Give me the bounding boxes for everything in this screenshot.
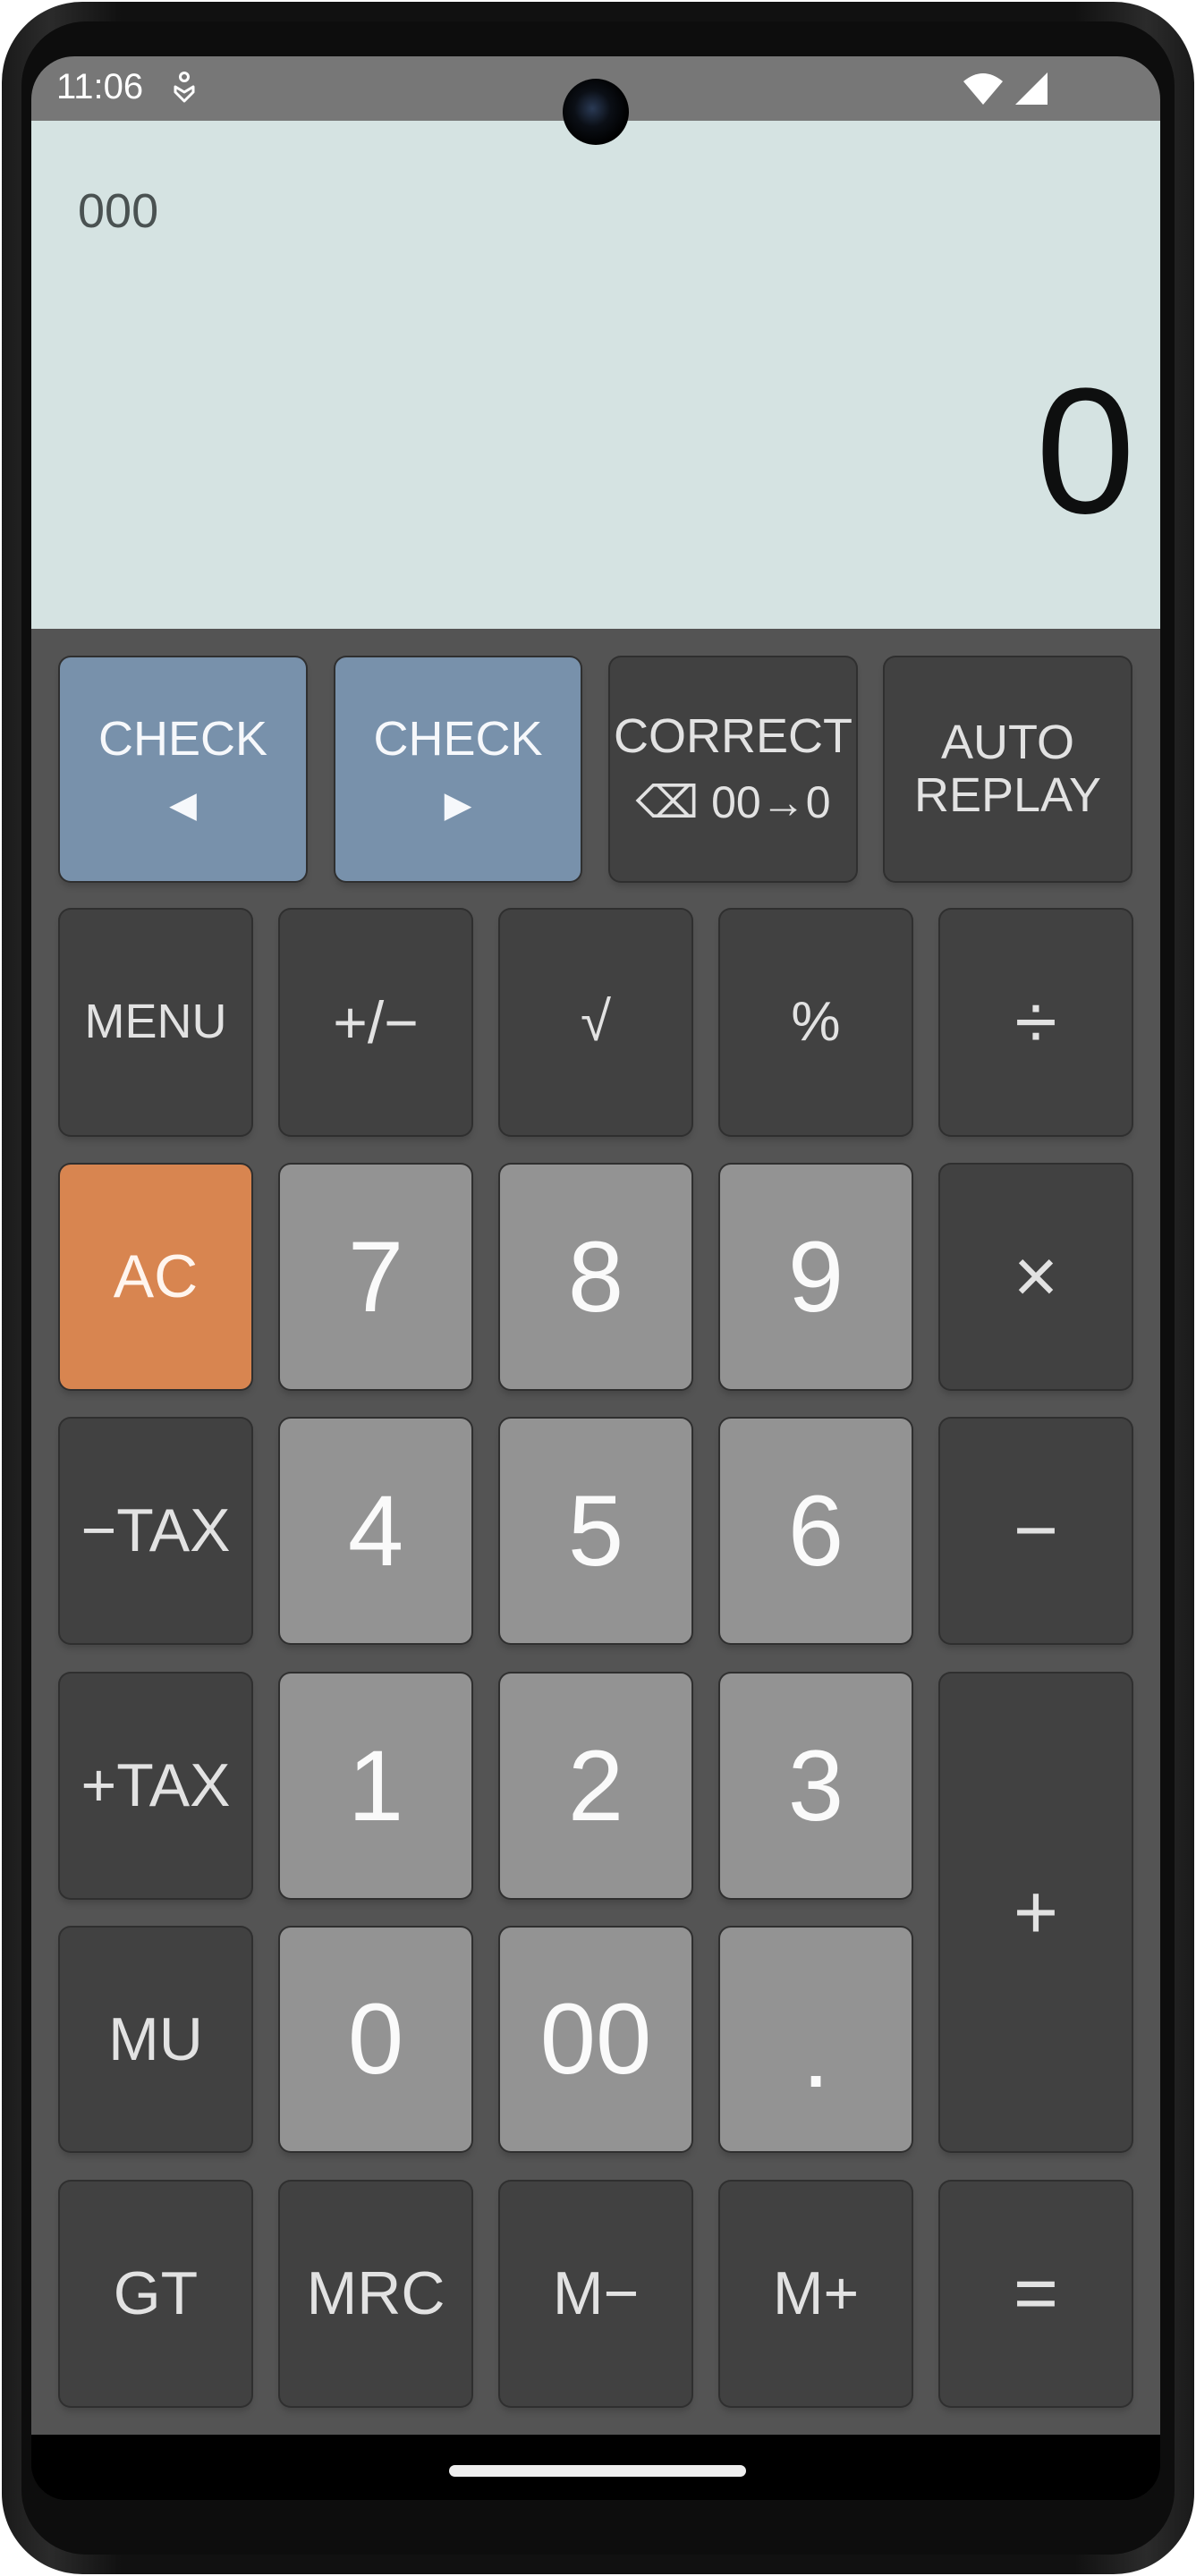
digit-0-button[interactable]: 0 <box>280 1928 471 2151</box>
digit-1-button[interactable]: 1 <box>280 1674 471 1898</box>
plus-minus-label: +/− <box>333 988 419 1055</box>
calculator-display: 000 0 <box>31 121 1160 629</box>
front-camera <box>563 79 629 145</box>
menu-label: MENU <box>84 995 227 1049</box>
digit-6-label: 6 <box>787 1474 844 1587</box>
divide-label: ÷ <box>1014 979 1057 1065</box>
sub-readout: 000 <box>78 184 159 238</box>
minus-tax-button[interactable]: −TAX <box>60 1419 251 1643</box>
auto-replay-label-top: AUTO <box>940 715 1075 769</box>
digit-9-label: 9 <box>787 1220 844 1333</box>
memory-recall-button[interactable]: MRC <box>280 2182 471 2406</box>
main-readout: 0 <box>1035 352 1135 551</box>
sqrt-label: √ <box>580 990 612 1053</box>
digit-9-button[interactable]: 9 <box>720 1165 912 1389</box>
minus-button[interactable]: − <box>940 1419 1132 1643</box>
accessibility-icon <box>174 72 195 103</box>
check-forward-label: CHECK <box>373 712 543 767</box>
multiply-button[interactable]: × <box>940 1165 1132 1389</box>
status-time: 11:06 <box>56 67 144 106</box>
wifi-icon <box>963 73 1003 105</box>
triangle-left-icon: ◀ <box>169 784 197 825</box>
double-zero-label: 00 <box>539 1983 652 2096</box>
minus-tax-label: −TAX <box>81 1496 231 1565</box>
digit-1-label: 1 <box>347 1729 404 1842</box>
plus-tax-button[interactable]: +TAX <box>60 1674 251 1898</box>
digit-6-button[interactable]: 6 <box>720 1419 912 1643</box>
plus-button[interactable]: + <box>940 1674 1132 2151</box>
digit-3-label: 3 <box>787 1729 844 1842</box>
markup-button[interactable]: MU <box>60 1928 251 2151</box>
percent-button[interactable]: % <box>720 910 912 1135</box>
memory-minus-button[interactable]: M− <box>500 2182 691 2406</box>
grand-total-label: GT <box>113 2259 199 2328</box>
equals-label: = <box>1013 2250 1059 2337</box>
digit-8-label: 8 <box>567 1220 624 1333</box>
digit-2-label: 2 <box>567 1729 624 1842</box>
decimal-label: . <box>802 1996 830 2109</box>
digit-7-label: 7 <box>347 1220 404 1333</box>
plus-minus-button[interactable]: +/− <box>280 910 471 1135</box>
digit-5-button[interactable]: 5 <box>500 1419 691 1643</box>
all-clear-button[interactable]: AC <box>60 1165 251 1389</box>
markup-label: MU <box>108 2004 203 2073</box>
plus-tax-label: +TAX <box>81 1751 231 1820</box>
digit-5-label: 5 <box>567 1474 624 1587</box>
digit-2-button[interactable]: 2 <box>500 1674 691 1898</box>
multiply-label: × <box>1013 1233 1059 1320</box>
home-gesture-handle[interactable] <box>449 2465 746 2477</box>
digit-3-button[interactable]: 3 <box>720 1674 912 1898</box>
digit-7-button[interactable]: 7 <box>280 1165 471 1389</box>
backspace-icon: ⌫ 00→0 <box>635 776 831 827</box>
digit-0-label: 0 <box>347 1983 404 2096</box>
triangle-right-icon: ▶ <box>444 784 472 825</box>
equals-button[interactable]: = <box>940 2182 1132 2406</box>
check-back-button[interactable]: CHECK ◀ <box>60 657 306 881</box>
correct-label: CORRECT <box>614 709 852 764</box>
check-forward-button[interactable]: CHECK ▶ <box>335 657 581 881</box>
divide-button[interactable]: ÷ <box>940 910 1132 1135</box>
auto-replay-label-bottom: REPLAY <box>913 768 1102 822</box>
memory-plus-label: M+ <box>772 2259 860 2328</box>
percent-label: % <box>791 990 841 1053</box>
memory-minus-label: M− <box>552 2259 640 2328</box>
digit-8-button[interactable]: 8 <box>500 1165 691 1389</box>
digit-4-button[interactable]: 4 <box>280 1419 471 1643</box>
screen: 11:06 000 0 CHECK ◀ CHECK ▶ CORRECT ⌫ 00… <box>31 56 1160 2500</box>
cell-signal-icon <box>1015 72 1048 105</box>
sqrt-button[interactable]: √ <box>500 910 691 1135</box>
auto-replay-button[interactable]: AUTO REPLAY <box>885 657 1131 881</box>
memory-recall-label: MRC <box>306 2259 445 2328</box>
decimal-button[interactable]: . <box>720 1928 912 2151</box>
menu-button[interactable]: MENU <box>60 910 251 1135</box>
plus-label: + <box>1013 1868 1059 1955</box>
correct-button[interactable]: CORRECT ⌫ 00→0 <box>610 657 856 881</box>
minus-label: − <box>1013 1487 1059 1574</box>
check-back-label: CHECK <box>98 712 268 767</box>
memory-plus-button[interactable]: M+ <box>720 2182 912 2406</box>
grand-total-button[interactable]: GT <box>60 2182 251 2406</box>
digit-4-label: 4 <box>347 1474 404 1587</box>
double-zero-button[interactable]: 00 <box>500 1928 691 2151</box>
all-clear-label: AC <box>113 1242 199 1311</box>
